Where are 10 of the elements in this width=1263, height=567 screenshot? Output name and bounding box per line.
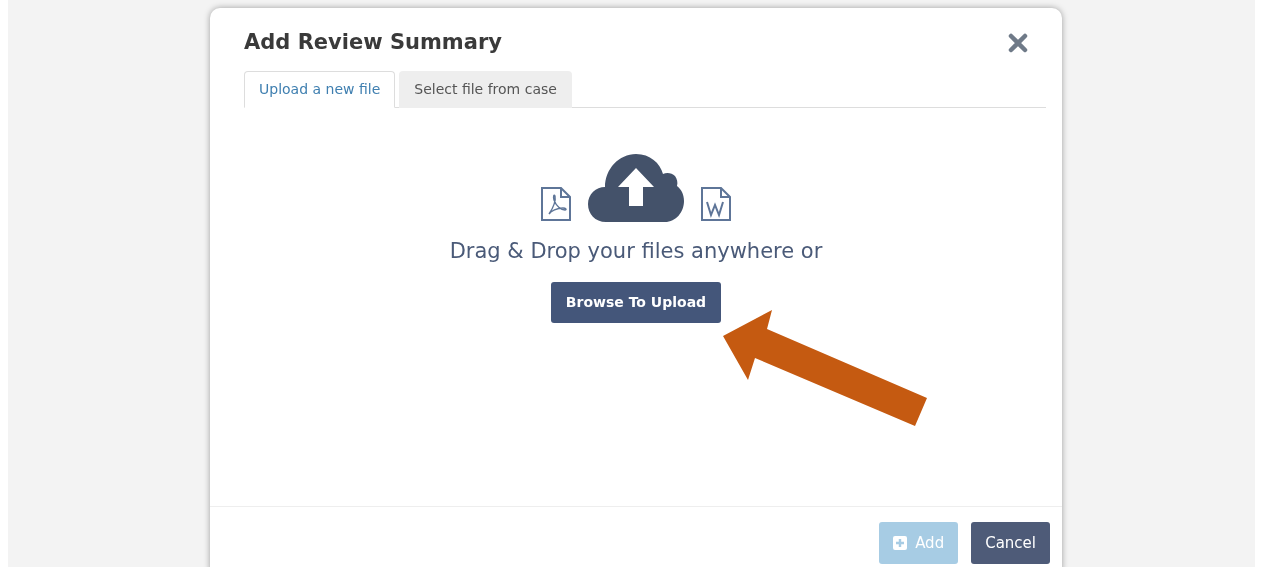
tab[interactable]: Upload a new file (244, 71, 396, 109)
tab[interactable]: Select file from case (399, 71, 572, 109)
pdf-file-icon (540, 186, 572, 223)
dialog-title: Add Review Summary (244, 30, 502, 56)
browse-button[interactable]: Browse To Upload (550, 281, 722, 323)
cloud-upload-icon (588, 154, 684, 223)
drop-instructions: Drag & Drop your files anywhere or (449, 238, 823, 266)
plus-icon (893, 536, 908, 550)
cancel-button[interactable]: Cancel (971, 522, 1050, 564)
word-file-icon (700, 186, 732, 223)
